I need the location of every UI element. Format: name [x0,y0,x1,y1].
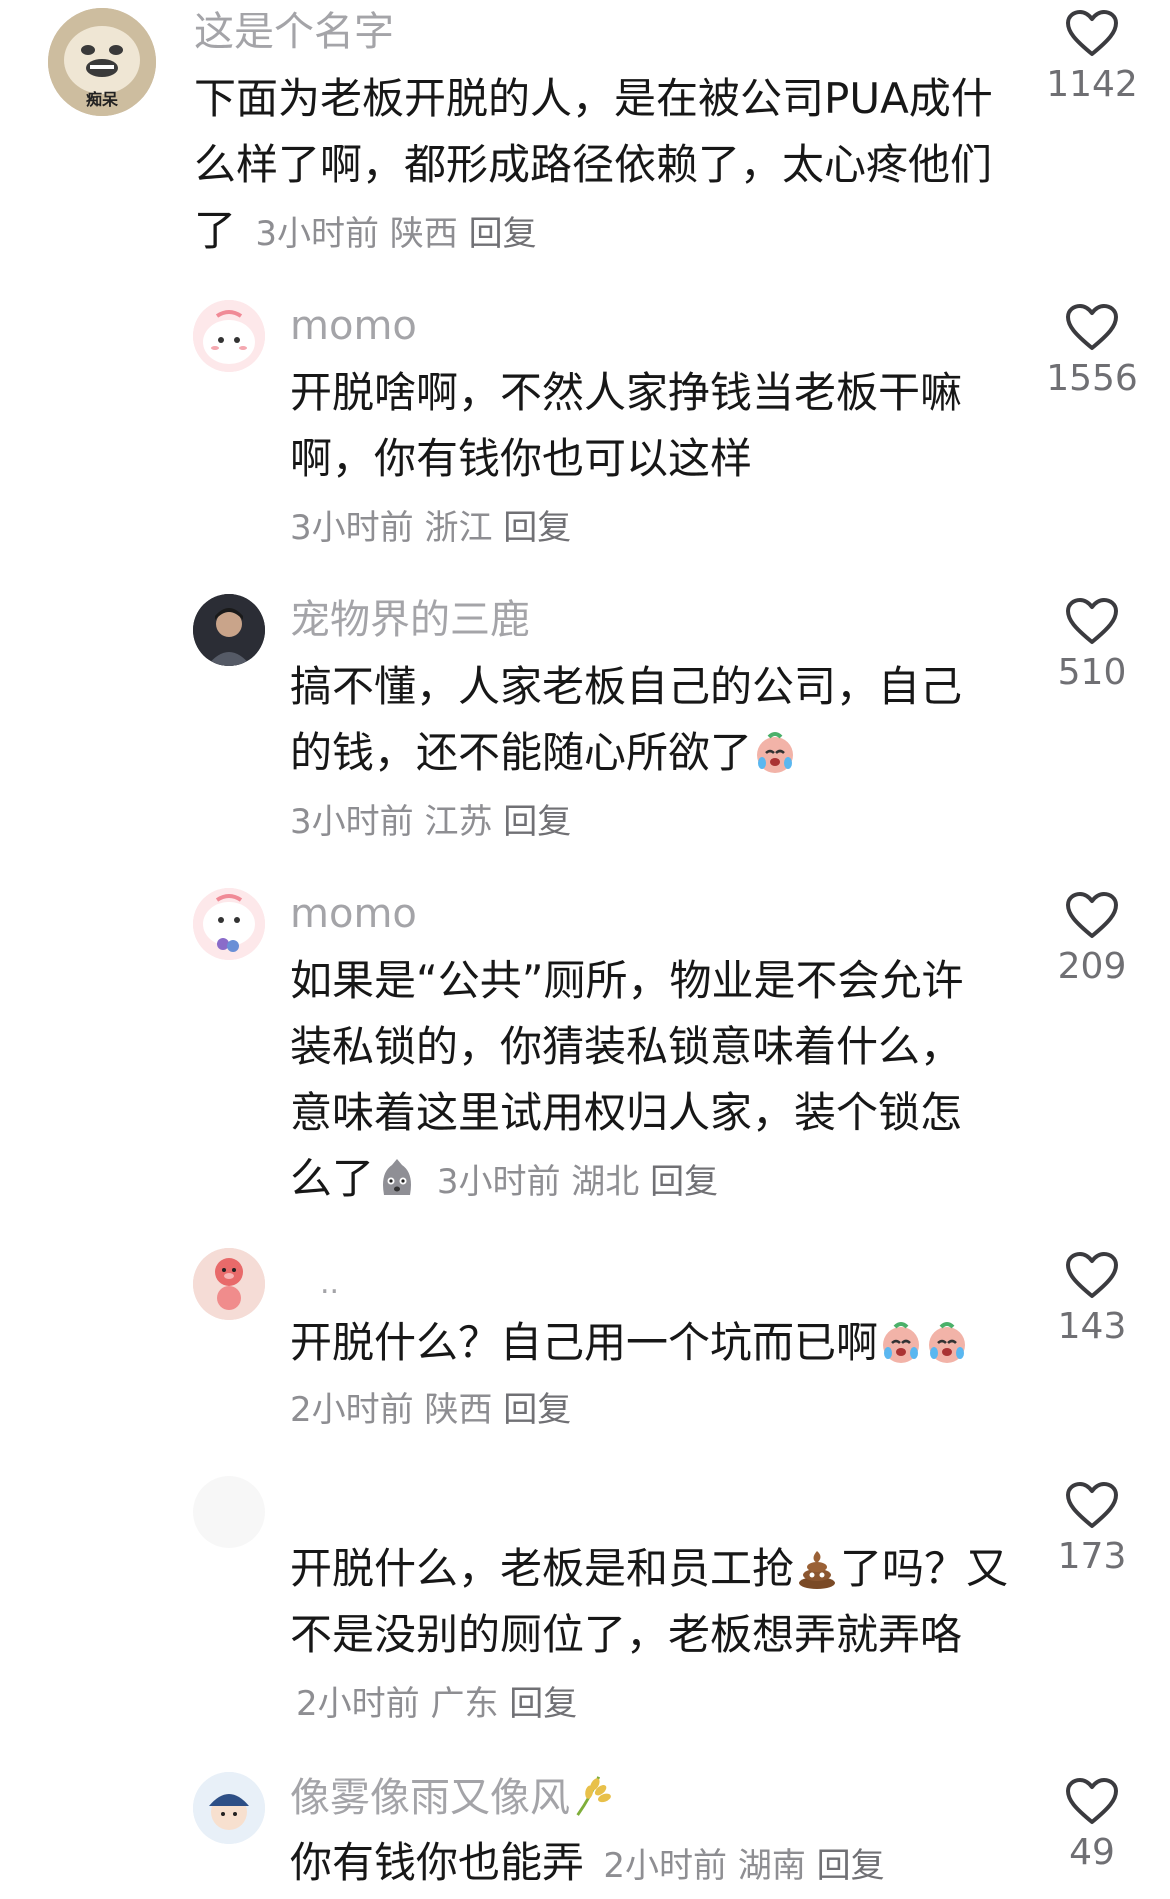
reply-button[interactable]: 回复 [469,214,537,254]
heart-icon [1066,304,1118,350]
boy-cap-avatar-icon [193,1772,265,1844]
heart-icon [1066,598,1118,644]
avatar[interactable] [193,300,265,372]
comment-text: 开脱什么？自己用一个坑而已啊 [290,1310,1010,1376]
time: 3小时前 [290,508,414,548]
comment-body: 开脱啥啊，不然人家挣钱当老板干嘛啊，你有钱你也可以这样 [290,368,963,483]
reply-button[interactable]: 回复 [503,802,571,842]
location: 湖北 [571,1162,640,1202]
username[interactable]: .. [320,1256,339,1312]
time: 3小时前 [290,802,414,842]
like-count: 1142 [1046,64,1138,105]
crying-face-emoji-icon [757,732,794,773]
like-button[interactable]: 49 [1032,1778,1152,1876]
comment-meta: 3小时前 江苏 回复 [290,792,571,852]
comment-meta: 2小时前 湖南 回复 [603,1846,884,1886]
sad-bag-face-emoji-icon [383,1159,412,1195]
crying-face-emoji-icon [929,1322,966,1363]
comment-text: 开脱什么，老板是和员工抢 了吗？又不是没别的厕位了，老板想弄就弄咯 2小时前 广… [290,1536,1010,1737]
heart-icon [1066,10,1118,56]
like-count: 143 [1057,1306,1127,1347]
username-text: 像雾像雨又像风 [290,1775,570,1821]
like-count: 510 [1057,652,1127,693]
username[interactable]: momo [290,886,417,942]
comment-meta: 2小时前 陕西 回复 [290,1380,571,1440]
username[interactable]: 宠物界的三鹿 [290,592,530,648]
username[interactable]: 这是个名字 [194,4,394,60]
pig-creature-avatar-icon [193,1248,265,1320]
comment-text: 如果是“公共”厕所，物业是不会允许装私锁的，你猜装私锁意味着什么，意味着这里试用… [290,948,990,1215]
comment-body-part1: 开脱什么，老板是和员工抢 [290,1544,795,1593]
like-count: 173 [1057,1536,1127,1577]
heart-icon [1066,1778,1118,1824]
comment-body: 你有钱你也能弄 [290,1838,585,1887]
pink-creature-flower-avatar-icon [193,888,265,960]
comment-meta: 3小时前 浙江 回复 [290,498,571,558]
avatar[interactable] [193,594,265,666]
location: 浙江 [424,508,493,548]
pink-creature-avatar-icon [193,300,265,372]
avatar[interactable] [193,1248,265,1320]
time: 2小时前 [290,1390,414,1430]
comment-text: 搞不懂，人家老板自己的公司，自己的钱，还不能随心所欲了 [290,654,990,786]
comment-body: 搞不懂，人家老板自己的公司，自己的钱，还不能随心所欲了 [290,662,963,777]
comment-text: 下面为老板开脱的人，是在被公司PUA成什么样了啊，都形成路径依赖了，太心疼他们了… [194,66,1014,267]
heart-icon [1066,1482,1118,1528]
like-count: 49 [1069,1832,1115,1873]
like-count: 1556 [1046,358,1138,399]
time: 2小时前 [603,1846,728,1886]
like-button[interactable]: 510 [1032,598,1152,696]
like-button[interactable]: 1556 [1032,304,1152,402]
location: 广东 [430,1684,499,1724]
heart-icon [1066,892,1118,938]
reply-button[interactable]: 回复 [817,1846,885,1886]
comment-meta: 3小时前 陕西 回复 [255,214,536,254]
like-button[interactable]: 173 [1032,1482,1152,1580]
crying-face-emoji-icon [883,1322,920,1363]
avatar[interactable] [193,1476,265,1548]
heart-icon [1066,1252,1118,1298]
comment-text: 你有钱你也能弄 2小时前 湖南 回复 [290,1830,1010,1899]
comment-body: 开脱什么？自己用一个坑而已啊 [290,1318,879,1367]
reply-button[interactable]: 回复 [509,1684,577,1724]
time: 3小时前 [436,1162,561,1202]
username[interactable]: 像雾像雨又像风 [290,1770,614,1826]
like-button[interactable]: 1142 [1032,10,1152,108]
like-button[interactable]: 209 [1032,892,1152,990]
time: 3小时前 [255,214,380,254]
reply-button[interactable]: 回复 [503,508,571,548]
avatar[interactable] [193,888,265,960]
comment-meta: 3小时前 湖北 回复 [426,1162,718,1202]
like-button[interactable]: 143 [1032,1252,1152,1350]
username[interactable]: momo [290,298,417,354]
reply-button[interactable]: 回复 [503,1390,571,1430]
reply-button[interactable]: 回复 [650,1162,718,1202]
location: 陕西 [389,214,458,254]
comment-meta: 2小时前 广东 回复 [296,1684,577,1724]
location: 江苏 [424,802,493,842]
rice-ear-emoji-icon [576,1776,611,1816]
avatar-label: 痴呆 [86,90,119,109]
person-photo-avatar-icon [193,594,265,666]
like-count: 209 [1057,946,1127,987]
avatar[interactable] [193,1772,265,1844]
poop-emoji-icon [799,1551,836,1589]
location: 湖南 [737,1846,806,1886]
time: 2小时前 [296,1684,420,1724]
location: 陕西 [424,1390,493,1430]
